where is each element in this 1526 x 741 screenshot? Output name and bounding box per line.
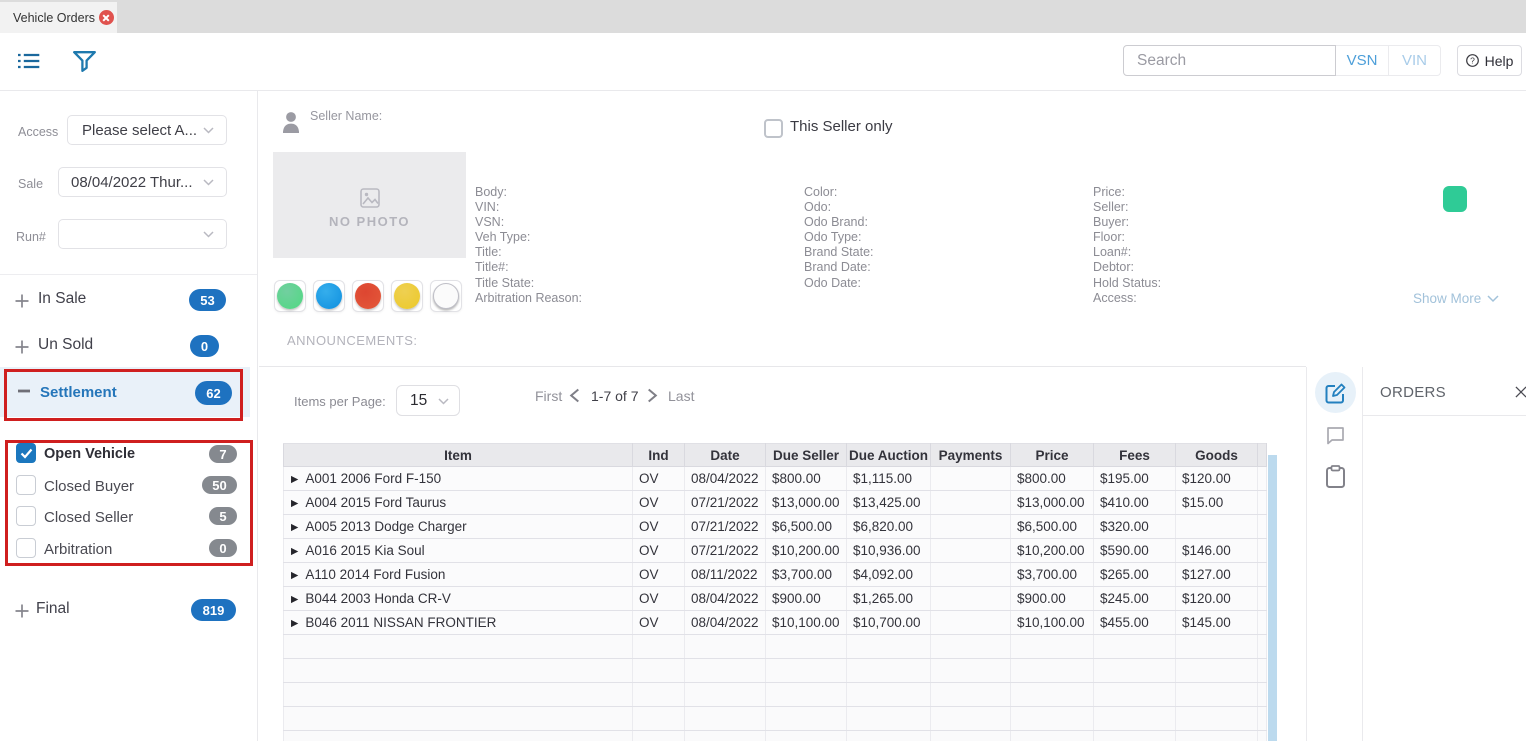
svg-text:?: ? bbox=[1470, 56, 1475, 66]
